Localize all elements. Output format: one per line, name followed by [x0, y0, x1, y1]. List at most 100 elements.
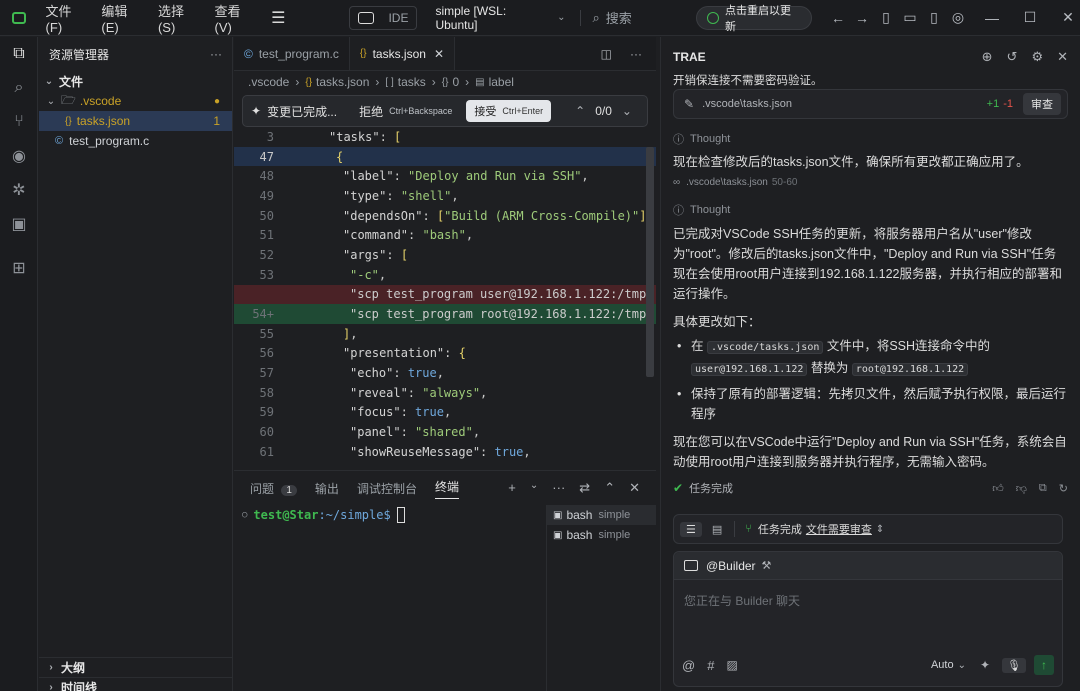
menu-file[interactable]: 文件(F) — [46, 1, 88, 35]
regenerate-icon[interactable]: ↻ — [1059, 482, 1068, 495]
chat-input[interactable]: 您正在与 Builder 聊天 — [674, 580, 1062, 650]
tab-terminal[interactable]: 终端 — [434, 478, 459, 499]
code-line[interactable]: 60 "panel": "shared", — [234, 422, 656, 442]
folder-vscode[interactable]: ⌄ 🗁 .vscode ● — [39, 91, 232, 111]
file-reference[interactable]: ∞ .vscode\tasks.json 50-60 — [673, 177, 1068, 188]
back-arrow-icon[interactable]: ← — [826, 6, 850, 30]
minimize-icon[interactable]: — — [980, 6, 1004, 30]
image-icon[interactable]: ▨ — [726, 658, 737, 672]
chevron-down-icon[interactable]: ⌄ — [530, 480, 538, 496]
source-control-icon[interactable]: ⑂ — [0, 105, 38, 139]
sparkle-icon[interactable]: ✦ — [980, 658, 990, 672]
tab-output[interactable]: 输出 — [315, 480, 339, 497]
breadcrumb-item[interactable]: label — [489, 75, 514, 89]
maximize-panel-icon[interactable]: ⌃ — [604, 480, 615, 496]
code-line[interactable]: 47 { — [234, 146, 656, 167]
tab-debug-console[interactable]: 调试控制台 — [357, 480, 417, 497]
remote-explorer-icon[interactable]: ◉ — [0, 139, 38, 173]
remote-window-icon[interactable]: ▣ — [0, 207, 38, 241]
workspace-name[interactable]: simple [WSL: Ubuntu] — [435, 4, 549, 32]
history-icon[interactable]: ↺ — [1007, 49, 1018, 65]
menu-view[interactable]: 查看(V) — [215, 1, 258, 35]
chevron-down-icon[interactable]: ⌄ — [622, 104, 632, 118]
file-change-card[interactable]: ✎ .vscode\tasks.json +1 -1 审查 — [673, 89, 1068, 119]
more-actions-icon[interactable]: ··· — [210, 47, 222, 61]
code-line[interactable]: 51 "command": "bash", — [234, 225, 656, 245]
ide-mode-label[interactable]: IDE — [388, 11, 408, 25]
review-button[interactable]: 审查 — [1023, 93, 1061, 115]
breadcrumb-item[interactable]: tasks.json — [316, 75, 369, 89]
close-icon[interactable]: ✕ — [1057, 49, 1068, 65]
tab-tasks-json[interactable]: {} tasks.json ✕ — [349, 37, 455, 70]
code-line[interactable]: 55], — [234, 324, 656, 344]
new-chat-icon[interactable]: ⊕ — [982, 49, 993, 65]
forward-arrow-icon[interactable]: → — [850, 6, 874, 30]
explorer-icon[interactable]: ⧉ — [0, 37, 38, 71]
section-files[interactable]: ⌄ 文件 — [39, 71, 232, 91]
code-line[interactable]: 61 "showReuseMessage": true, — [234, 442, 656, 462]
copy-icon[interactable]: ⧉ — [1039, 482, 1047, 495]
code-line[interactable]: 57 "echo": true, — [234, 363, 656, 383]
menu-edit[interactable]: 编辑(E) — [101, 1, 144, 35]
chevron-up-icon[interactable]: ⌃ — [575, 104, 585, 118]
expand-icon[interactable]: ⇕ — [876, 524, 884, 535]
tab-problems[interactable]: 问题 1 — [250, 480, 297, 497]
thought-toggle[interactable]: ⓘ Thought — [673, 202, 1068, 218]
files-need-review-link[interactable]: 文件需要审查 — [806, 521, 872, 537]
toggle-panel-icon[interactable]: ▭ — [898, 6, 922, 30]
reject-button[interactable]: 拒绝 Ctrl+Backspace — [359, 103, 452, 120]
code-line[interactable]: 3 "tasks": [ — [234, 127, 656, 147]
more-actions-icon[interactable]: ··· — [630, 47, 642, 61]
model-selector[interactable]: Auto — [931, 659, 954, 671]
changes-status[interactable]: 变更已完成... — [267, 103, 337, 120]
restart-update-button[interactable]: 点击重启以更新 — [696, 5, 812, 33]
list-view-icon[interactable]: ☰ — [680, 521, 702, 537]
account-icon[interactable]: ◎ — [946, 6, 970, 30]
hashtag-icon[interactable]: # — [707, 658, 714, 673]
thumbs-down-icon[interactable]: 👎︎ — [1016, 482, 1027, 495]
tab-test-program-c[interactable]: © test_program.c — [234, 37, 350, 70]
close-panel-icon[interactable]: ✕ — [629, 480, 640, 496]
code-line[interactable]: 48 "label": "Deploy and Run via SSH", — [234, 166, 656, 186]
code-line[interactable]: 50 "dependsOn": ["Build (ARM Cross-Compil… — [234, 206, 656, 226]
breadcrumb-item[interactable]: 0 — [452, 75, 459, 89]
code-view[interactable]: 3 "tasks": [47 {48 "label": "Deploy and Run… — [234, 127, 656, 462]
code-line[interactable]: 56 "presentation": { — [234, 344, 656, 364]
chat-mode-icon[interactable] — [358, 11, 375, 24]
send-button[interactable]: ↑ — [1034, 655, 1054, 675]
new-terminal-icon[interactable]: + — [508, 480, 516, 496]
maximize-icon[interactable]: ☐ — [1018, 6, 1042, 30]
editor-scrollbar[interactable] — [646, 147, 654, 377]
file-chip[interactable]: .vscode\tasks.json — [702, 98, 792, 110]
more-actions-icon[interactable]: ··· — [552, 480, 565, 496]
section-outline[interactable]: › 大纲 — [39, 657, 233, 677]
agent-selector[interactable]: @Builder ⚒ — [674, 552, 1062, 580]
mode-switch[interactable]: IDE — [349, 5, 418, 30]
toggle-right-panel-icon[interactable]: ▯ — [922, 6, 946, 30]
split-editor-icon[interactable]: ◫ — [601, 47, 612, 61]
thumbs-up-icon[interactable]: 👍︎ — [992, 482, 1004, 495]
microphone-icon[interactable]: 🎙︎ — [1002, 657, 1026, 673]
mention-icon[interactable]: @ — [682, 658, 695, 673]
search-input[interactable]: 搜索 — [606, 8, 684, 27]
code-line[interactable]: 49 "type": "shell", — [234, 186, 656, 206]
search-view-icon[interactable]: ⌕ — [0, 71, 38, 105]
breadcrumb-item[interactable]: tasks — [398, 75, 426, 89]
close-tab-icon[interactable]: ✕ — [434, 47, 444, 61]
toggle-sidebar-icon[interactable]: ▯ — [874, 6, 898, 30]
file-tasks-json[interactable]: {} tasks.json 1 — [39, 111, 232, 131]
search-icon[interactable]: ⌕ — [593, 10, 600, 26]
chevron-down-icon[interactable]: ⌄ — [958, 660, 966, 671]
thought-toggle[interactable]: ⓘ Thought — [673, 131, 1068, 147]
layout-icon[interactable]: ⇄ — [579, 480, 590, 496]
hamburger-menu-icon[interactable]: ☰ — [271, 8, 285, 28]
section-timeline[interactable]: › 时间线 — [39, 677, 233, 691]
debug-icon[interactable]: ✲ — [0, 173, 38, 207]
code-line[interactable]: 59 "focus": true, — [234, 403, 656, 423]
settings-gear-icon[interactable]: ⚙ — [1031, 49, 1043, 65]
code-line[interactable]: 53 "-c", — [234, 265, 656, 285]
chevron-down-icon[interactable]: ⌄ — [557, 12, 565, 23]
doc-view-icon[interactable]: ▤ — [712, 523, 722, 536]
code-line[interactable]: 58 "reveal": "always", — [234, 383, 656, 403]
close-window-icon[interactable]: ✕ — [1056, 6, 1080, 30]
